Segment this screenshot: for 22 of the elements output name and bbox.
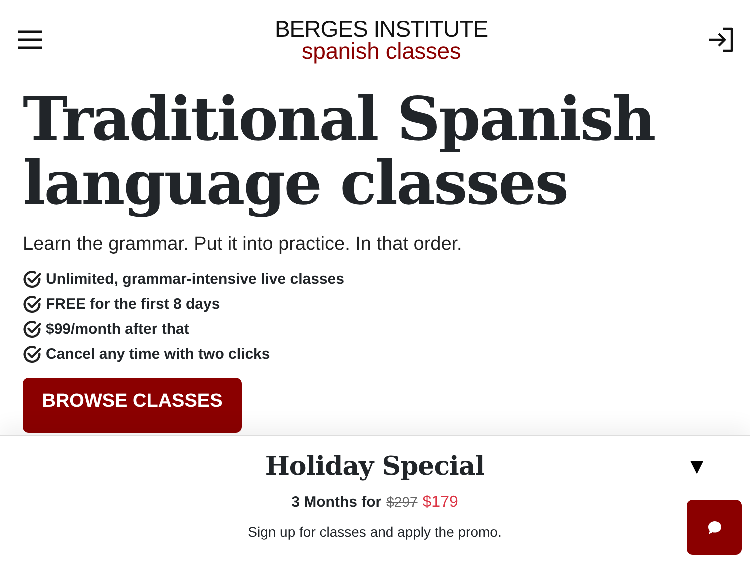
feature-text: $99/month after that bbox=[46, 321, 190, 338]
chat-button[interactable] bbox=[687, 500, 742, 555]
check-circle-icon bbox=[23, 345, 42, 364]
logo[interactable]: BERGES INSTITUTE spanish classes bbox=[274, 18, 488, 62]
promo-note: Sign up for classes and apply the promo. bbox=[248, 524, 502, 540]
login-icon[interactable] bbox=[708, 27, 734, 53]
promo-title: Holiday Special bbox=[265, 452, 485, 482]
feature-text: Cancel any time with two clicks bbox=[46, 346, 270, 363]
check-circle-icon bbox=[23, 320, 42, 339]
old-price: $297 bbox=[386, 494, 418, 510]
browse-classes-button[interactable]: BROWSE CLASSES bbox=[23, 378, 242, 433]
hero-title: Traditional Spanish language classes bbox=[23, 88, 656, 216]
offer-text: 3 Months for bbox=[292, 494, 382, 511]
feature-text: Unlimited, grammar-intensive live classes bbox=[46, 271, 344, 288]
new-price: $179 bbox=[422, 494, 458, 512]
chat-bubble-icon bbox=[706, 520, 722, 536]
check-circle-icon bbox=[23, 295, 42, 314]
hero-subtitle: Learn the grammar. Put it into practice. In that order. bbox=[23, 234, 464, 256]
feature-text: FREE for the first 8 days bbox=[46, 296, 220, 313]
check-circle-icon bbox=[23, 270, 42, 289]
menu-icon[interactable] bbox=[17, 30, 43, 50]
collapse-toggle[interactable]: ▼ bbox=[686, 454, 708, 480]
